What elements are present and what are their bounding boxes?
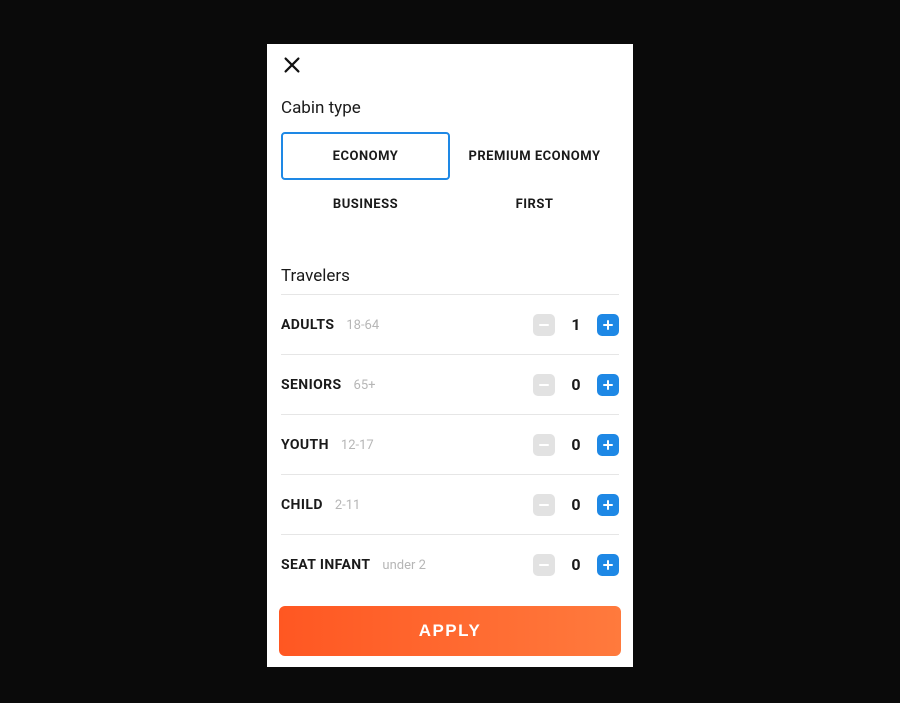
- travelers-list: ADULTS 18-64 1 SENIORS 65+ 0 YOUTH: [267, 294, 633, 594]
- traveler-stepper: 0: [533, 374, 619, 396]
- increment-button[interactable]: [597, 554, 619, 576]
- traveler-hint: 2-11: [335, 498, 361, 513]
- traveler-label: YOUTH: [281, 437, 329, 453]
- traveler-count: 0: [569, 495, 583, 514]
- traveler-row-seniors: SENIORS 65+ 0: [281, 354, 619, 414]
- traveler-label: SENIORS: [281, 377, 342, 393]
- traveler-stepper: 0: [533, 494, 619, 516]
- traveler-stepper: 0: [533, 554, 619, 576]
- traveler-row-adults: ADULTS 18-64 1: [281, 294, 619, 354]
- traveler-count: 0: [569, 555, 583, 574]
- traveler-label: ADULTS: [281, 317, 334, 333]
- decrement-button[interactable]: [533, 554, 555, 576]
- traveler-hint: 12-17: [341, 438, 374, 453]
- decrement-button[interactable]: [533, 374, 555, 396]
- cabin-option-economy[interactable]: ECONOMY: [281, 132, 450, 180]
- cabin-option-first[interactable]: FIRST: [450, 180, 619, 228]
- increment-button[interactable]: [597, 494, 619, 516]
- increment-button[interactable]: [597, 434, 619, 456]
- apply-bar: APPLY: [267, 594, 633, 667]
- traveler-label-group: ADULTS 18-64: [281, 317, 379, 333]
- traveler-row-child: CHILD 2-11 0: [281, 474, 619, 534]
- traveler-stepper: 1: [533, 314, 619, 336]
- close-icon[interactable]: [281, 54, 303, 76]
- apply-button[interactable]: APPLY: [279, 606, 621, 656]
- cabin-option-premium-economy[interactable]: PREMIUM ECONOMY: [450, 132, 619, 180]
- traveler-count: 0: [569, 435, 583, 454]
- traveler-hint: under 2: [382, 558, 426, 573]
- traveler-label-group: SEAT INFANT under 2: [281, 557, 426, 573]
- traveler-label-group: CHILD 2-11: [281, 497, 360, 513]
- traveler-row-youth: YOUTH 12-17 0: [281, 414, 619, 474]
- decrement-button[interactable]: [533, 494, 555, 516]
- traveler-count: 1: [569, 315, 583, 334]
- traveler-row-seat-infant: SEAT INFANT under 2 0: [281, 534, 619, 594]
- decrement-button[interactable]: [533, 434, 555, 456]
- increment-button[interactable]: [597, 314, 619, 336]
- traveler-stepper: 0: [533, 434, 619, 456]
- traveler-label-group: SENIORS 65+: [281, 377, 376, 393]
- cabin-type-grid: ECONOMY PREMIUM ECONOMY BUSINESS FIRST: [267, 132, 633, 228]
- traveler-label: SEAT INFANT: [281, 557, 370, 573]
- traveler-hint: 18-64: [346, 318, 379, 333]
- traveler-count: 0: [569, 375, 583, 394]
- cabin-option-business[interactable]: BUSINESS: [281, 180, 450, 228]
- travelers-title: Travelers: [267, 228, 633, 294]
- traveler-label-group: YOUTH 12-17: [281, 437, 374, 453]
- cabin-travelers-sheet: Cabin type ECONOMY PREMIUM ECONOMY BUSIN…: [267, 44, 633, 667]
- traveler-hint: 65+: [354, 378, 376, 393]
- cabin-type-title: Cabin type: [267, 76, 633, 132]
- increment-button[interactable]: [597, 374, 619, 396]
- decrement-button[interactable]: [533, 314, 555, 336]
- topbar: [267, 44, 633, 76]
- traveler-label: CHILD: [281, 497, 323, 513]
